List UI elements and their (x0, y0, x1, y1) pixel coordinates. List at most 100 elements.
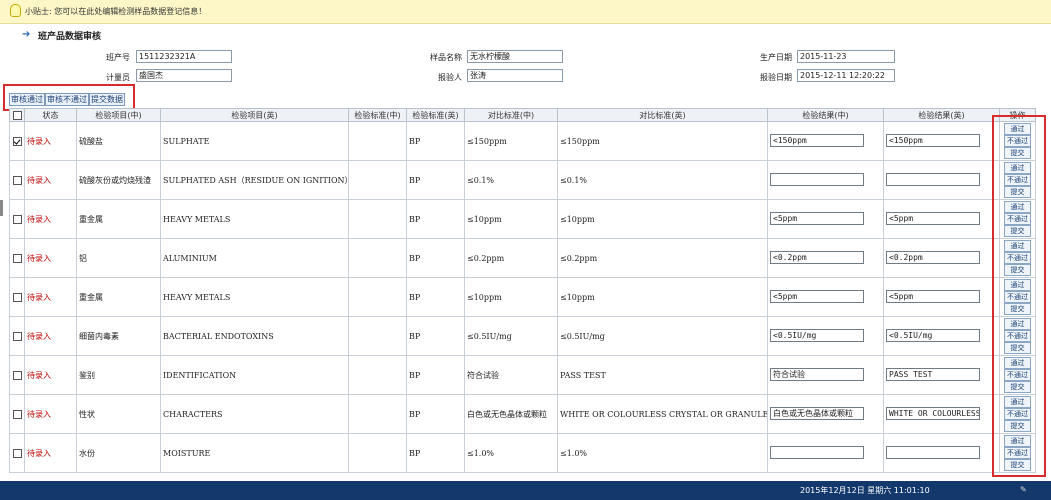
row-cmp-en: ≤0.5IU/mg (557, 316, 768, 356)
table-header-row: 状态 检验项目(中) 检验项目(英) 检验标准(中) 检验标准(英) 对比标准(… (9, 108, 1036, 122)
pin-icon: ✎ (1020, 485, 1027, 494)
result-en-input[interactable]: <0.5IU/mg (886, 328, 980, 342)
result-en-input[interactable] (886, 445, 980, 459)
row-checkbox[interactable] (12, 409, 22, 419)
row-res-en-cell: <0.2ppm (883, 238, 1000, 278)
result-cn-input[interactable]: 白色或无色晶体或颗粒 (770, 406, 864, 420)
row-checkbox[interactable] (12, 175, 22, 185)
sample-name-label: 样品名称 (430, 53, 462, 62)
row-res-en-cell: <150ppm (883, 121, 1000, 161)
result-en-input[interactable]: <0.2ppm (886, 250, 980, 264)
row-res-en-cell: WHITE OR COLOURLESS (883, 394, 1000, 434)
result-cn-input[interactable]: <0.2ppm (770, 250, 864, 264)
row-std-cn (348, 316, 407, 356)
row-std-cn (348, 238, 407, 278)
row-item-en: BACTERIAL ENDOTOXINS (160, 316, 349, 356)
metering-field[interactable]: 盛国杰 (136, 69, 232, 82)
col-header: 对比标准(英) (557, 108, 768, 122)
row-select-cell[interactable] (9, 433, 25, 473)
row-res-en-cell: <0.5IU/mg (883, 316, 1000, 356)
table-row: 待录入 细菌内毒素 BACTERIAL ENDOTOXINS BP ≤0.5IU/mg ≤… (9, 316, 1036, 356)
row-checkbox[interactable] (12, 448, 22, 458)
row-std-cn (348, 277, 407, 317)
prod-date-field[interactable]: 2015-11-23 (797, 50, 895, 63)
row-item-cn: 鉴别 (76, 355, 161, 395)
row-checkbox[interactable] (12, 292, 22, 302)
result-cn-input[interactable]: <5ppm (770, 289, 864, 303)
row-std-cn (348, 121, 407, 161)
row-checkbox[interactable] (12, 370, 22, 380)
left-splitter[interactable] (0, 200, 3, 216)
row-res-cn-cell: 白色或无色晶体或颗粒 (767, 394, 884, 434)
row-std-en: BP (406, 277, 465, 317)
select-all-checkbox[interactable] (12, 110, 22, 120)
metering-label: 计量员 (106, 73, 130, 82)
row-checkbox[interactable] (12, 214, 22, 224)
col-header: 检验标准(中) (348, 108, 407, 122)
row-select-cell[interactable] (9, 238, 25, 278)
col-header: 检验结果(中) (767, 108, 884, 122)
row-checkbox[interactable] (12, 136, 22, 146)
reporter-field[interactable]: 张涛 (467, 69, 563, 82)
row-cmp-en: WHITE OR COLOURLESS CRYSTAL OR GRANULES (557, 394, 768, 434)
result-en-input[interactable]: <150ppm (886, 133, 980, 147)
row-select-cell[interactable] (9, 355, 25, 395)
report-date-field[interactable]: 2015-12-11 12:20:22 (797, 69, 895, 82)
row-res-cn-cell: <5ppm (767, 277, 884, 317)
row-item-cn: 铝 (76, 238, 161, 278)
page-title: 班产品数据审核 (38, 32, 102, 42)
sample-name-field[interactable]: 无水柠檬酸 (467, 50, 563, 63)
row-res-en-cell: PASS TEST (883, 355, 1000, 395)
row-item-en: HEAVY METALS (160, 277, 349, 317)
result-en-input[interactable]: PASS TEST (886, 367, 980, 381)
submit-data-button[interactable]: 提交数据 (89, 93, 125, 106)
col-header: 状态 (24, 108, 77, 122)
row-item-en: IDENTIFICATION (160, 355, 349, 395)
result-cn-input[interactable] (770, 445, 864, 459)
row-item-cn: 重金属 (76, 199, 161, 239)
result-cn-input[interactable]: <0.5IU/mg (770, 328, 864, 342)
row-cmp-en: ≤10ppm (557, 277, 768, 317)
row-select-cell[interactable] (9, 277, 25, 317)
result-en-input[interactable]: <5ppm (886, 289, 980, 303)
result-en-input[interactable]: <5ppm (886, 211, 980, 225)
row-std-en: BP (406, 238, 465, 278)
batch-no-field[interactable]: 1511232321A (136, 50, 232, 63)
result-cn-input[interactable]: <5ppm (770, 211, 864, 225)
row-checkbox[interactable] (12, 331, 22, 341)
row-status: 待录入 (24, 121, 77, 161)
row-select-cell[interactable] (9, 394, 25, 434)
header-select-all[interactable] (9, 108, 25, 122)
row-std-cn (348, 199, 407, 239)
row-cmp-cn: ≤150ppm (464, 121, 558, 161)
row-status: 待录入 (24, 238, 77, 278)
reject-button[interactable]: 审核不通过 (45, 93, 89, 106)
result-cn-input[interactable] (770, 172, 864, 186)
row-std-cn (348, 355, 407, 395)
row-res-en-cell (883, 433, 1000, 473)
ops-highlight (992, 115, 1046, 477)
row-item-cn: 硫酸灰份或灼烧残渣 (76, 160, 161, 200)
row-select-cell[interactable] (9, 316, 25, 356)
col-header: 检验项目(英) (160, 108, 349, 122)
result-cn-input[interactable]: 符合试验 (770, 367, 864, 381)
result-en-input[interactable] (886, 172, 980, 186)
row-select-cell[interactable] (9, 199, 25, 239)
table-row: 待录入 硫酸灰份或灼烧残渣 SULPHATED ASH（RESIDUE ON IGN… (9, 160, 1036, 200)
approve-button[interactable]: 审核通过 (9, 93, 45, 106)
report-date-label: 报验日期 (760, 73, 792, 82)
row-std-en: BP (406, 355, 465, 395)
row-checkbox[interactable] (12, 253, 22, 263)
table-row: 待录入铝 ALUMINIUM BP ≤0.2ppm ≤0.2ppm <0.2ppm <0.2… (9, 238, 1036, 278)
result-en-input[interactable]: WHITE OR COLOURLESS (886, 406, 980, 420)
row-select-cell[interactable] (9, 160, 25, 200)
row-std-cn (348, 433, 407, 473)
row-select-cell[interactable] (9, 121, 25, 161)
row-cmp-en: ≤0.1% (557, 160, 768, 200)
tip-text: 小贴士: 您可以在此处编辑检测样品数据登记信息！ (25, 7, 207, 16)
result-cn-input[interactable]: <150ppm (770, 133, 864, 147)
row-status: 待录入 (24, 433, 77, 473)
col-header: 检验标准(英) (406, 108, 465, 122)
col-header: 检验结果(英) (883, 108, 1000, 122)
status-bar: 2015年12月12日 星期六 11:01:10 ✎ (0, 481, 1051, 500)
